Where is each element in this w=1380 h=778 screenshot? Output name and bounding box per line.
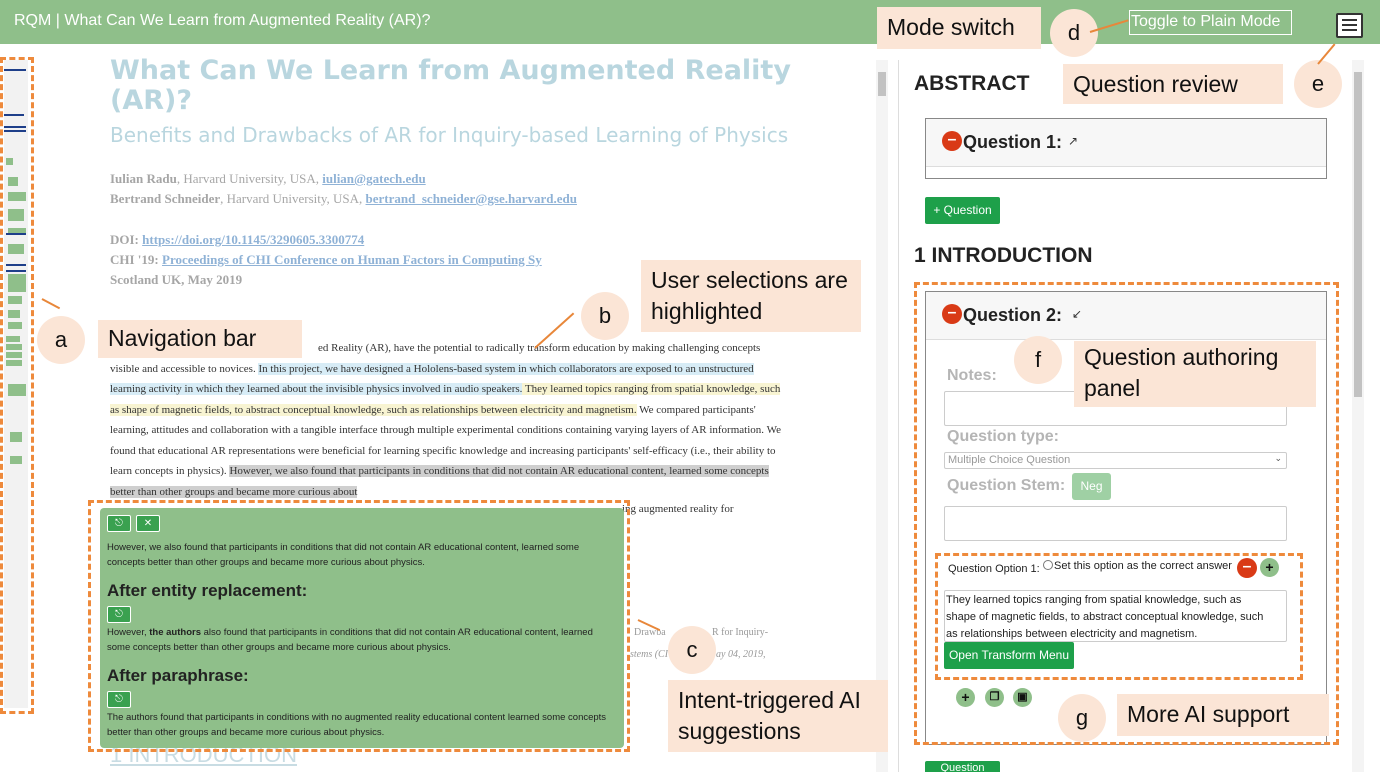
annotation-b-label: User selections are highlighted bbox=[641, 260, 861, 332]
reference-fragment: Drawba bbox=[634, 627, 666, 638]
annotation-e-label: Question review bbox=[1063, 64, 1283, 104]
abstract-heading: ABSTRACT bbox=[914, 72, 1030, 95]
document-header: What Can We Learn from Augmented Reality… bbox=[110, 56, 800, 290]
author-email-link[interactable]: iulian@gatech.edu bbox=[322, 171, 425, 186]
annotation-d: d bbox=[1050, 9, 1098, 57]
author-line: Bertrand Schneider, Harvard University, … bbox=[110, 191, 577, 206]
annotation-g-label: More AI support bbox=[1117, 694, 1329, 736]
reference-fragment: ay 04, 2019, bbox=[716, 649, 766, 660]
add-question-button[interactable]: Question bbox=[925, 761, 1000, 772]
annotation-c: c bbox=[668, 626, 716, 674]
navbar-outline bbox=[0, 57, 34, 714]
panel-scrollbar[interactable] bbox=[1352, 60, 1364, 772]
toggle-plain-mode-button[interactable]: Toggle to Plain Mode bbox=[1129, 10, 1292, 35]
intro-section-heading: 1 INTRODUCTION bbox=[914, 244, 1093, 267]
annotation-d-label: Mode switch bbox=[877, 7, 1041, 49]
question-1-card: – Question 1: ↗ bbox=[925, 118, 1327, 179]
venue-link[interactable]: Proceedings of CHI Conference on Human F… bbox=[162, 252, 542, 267]
document-scrollbar[interactable] bbox=[876, 60, 888, 772]
abstract-paragraph[interactable]: ed Reality (AR), have the potential to r… bbox=[110, 338, 785, 502]
question-1-title: Question 1: bbox=[963, 132, 1063, 152]
annotation-a: a bbox=[37, 316, 85, 364]
doi-link[interactable]: https://doi.org/10.1145/3290605.3300774 bbox=[142, 232, 364, 247]
suggestions-outline bbox=[88, 500, 630, 752]
annotation-e: e bbox=[1294, 60, 1342, 108]
author-line: Iulian Radu, Harvard University, USA, iu… bbox=[110, 171, 426, 186]
annotation-f: f bbox=[1014, 336, 1062, 384]
author-email-link[interactable]: bertrand_schneider@gse.harvard.edu bbox=[366, 191, 577, 206]
annotation-c-label: Intent-triggered AI suggestions bbox=[668, 680, 888, 752]
reference-fragment: stems (CI bbox=[630, 649, 669, 660]
remove-question-icon[interactable]: – bbox=[942, 131, 962, 151]
annotation-a-label: Navigation bar bbox=[98, 320, 302, 358]
abstract-tail: ing augmented reality for bbox=[622, 503, 734, 515]
add-question-button[interactable]: + Question bbox=[925, 197, 1000, 224]
ai-support-outline bbox=[935, 553, 1303, 680]
annotation-f-label: Question authoring panel bbox=[1074, 341, 1316, 407]
expand-icon[interactable]: ↗ bbox=[1068, 134, 1078, 148]
annotation-b: b bbox=[581, 292, 629, 340]
reference-fragment: R for Inquiry- bbox=[712, 627, 769, 638]
document-subtitle: Benefits and Drawbacks of AR for Inquiry… bbox=[110, 123, 789, 147]
question-review-button[interactable] bbox=[1336, 13, 1363, 38]
document-title: What Can We Learn from Augmented Reality… bbox=[110, 55, 791, 116]
app-title: RQM | What Can We Learn from Augmented R… bbox=[14, 12, 431, 29]
annotation-g: g bbox=[1058, 694, 1106, 742]
doi-line: DOI: https://doi.org/10.1145/3290605.330… bbox=[110, 232, 365, 247]
